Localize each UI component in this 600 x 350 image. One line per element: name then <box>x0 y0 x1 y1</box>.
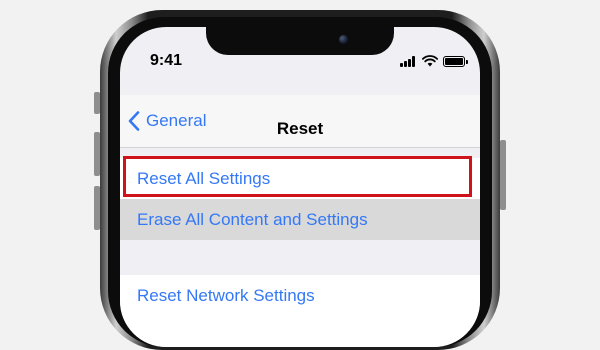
reset-group-2: Reset Network Settings <box>120 275 480 347</box>
battery-icon <box>443 56 468 67</box>
page-title: Reset <box>276 119 324 138</box>
reset-network-settings-row[interactable]: Reset Network Settings <box>120 275 480 316</box>
status-time: 9:41 <box>150 52 183 69</box>
erase-all-content-row[interactable]: Erase All Content and Settings <box>120 199 480 240</box>
highlight-box <box>123 156 472 197</box>
row-label: Erase All Content and Settings <box>137 209 368 229</box>
notch <box>206 27 394 55</box>
signal-icon <box>400 56 418 67</box>
power-button <box>500 140 506 210</box>
row-label: Reset Network Settings <box>137 285 315 305</box>
nav-bar: General Reset <box>120 95 480 148</box>
front-camera <box>339 35 348 44</box>
wifi-icon <box>422 55 438 67</box>
